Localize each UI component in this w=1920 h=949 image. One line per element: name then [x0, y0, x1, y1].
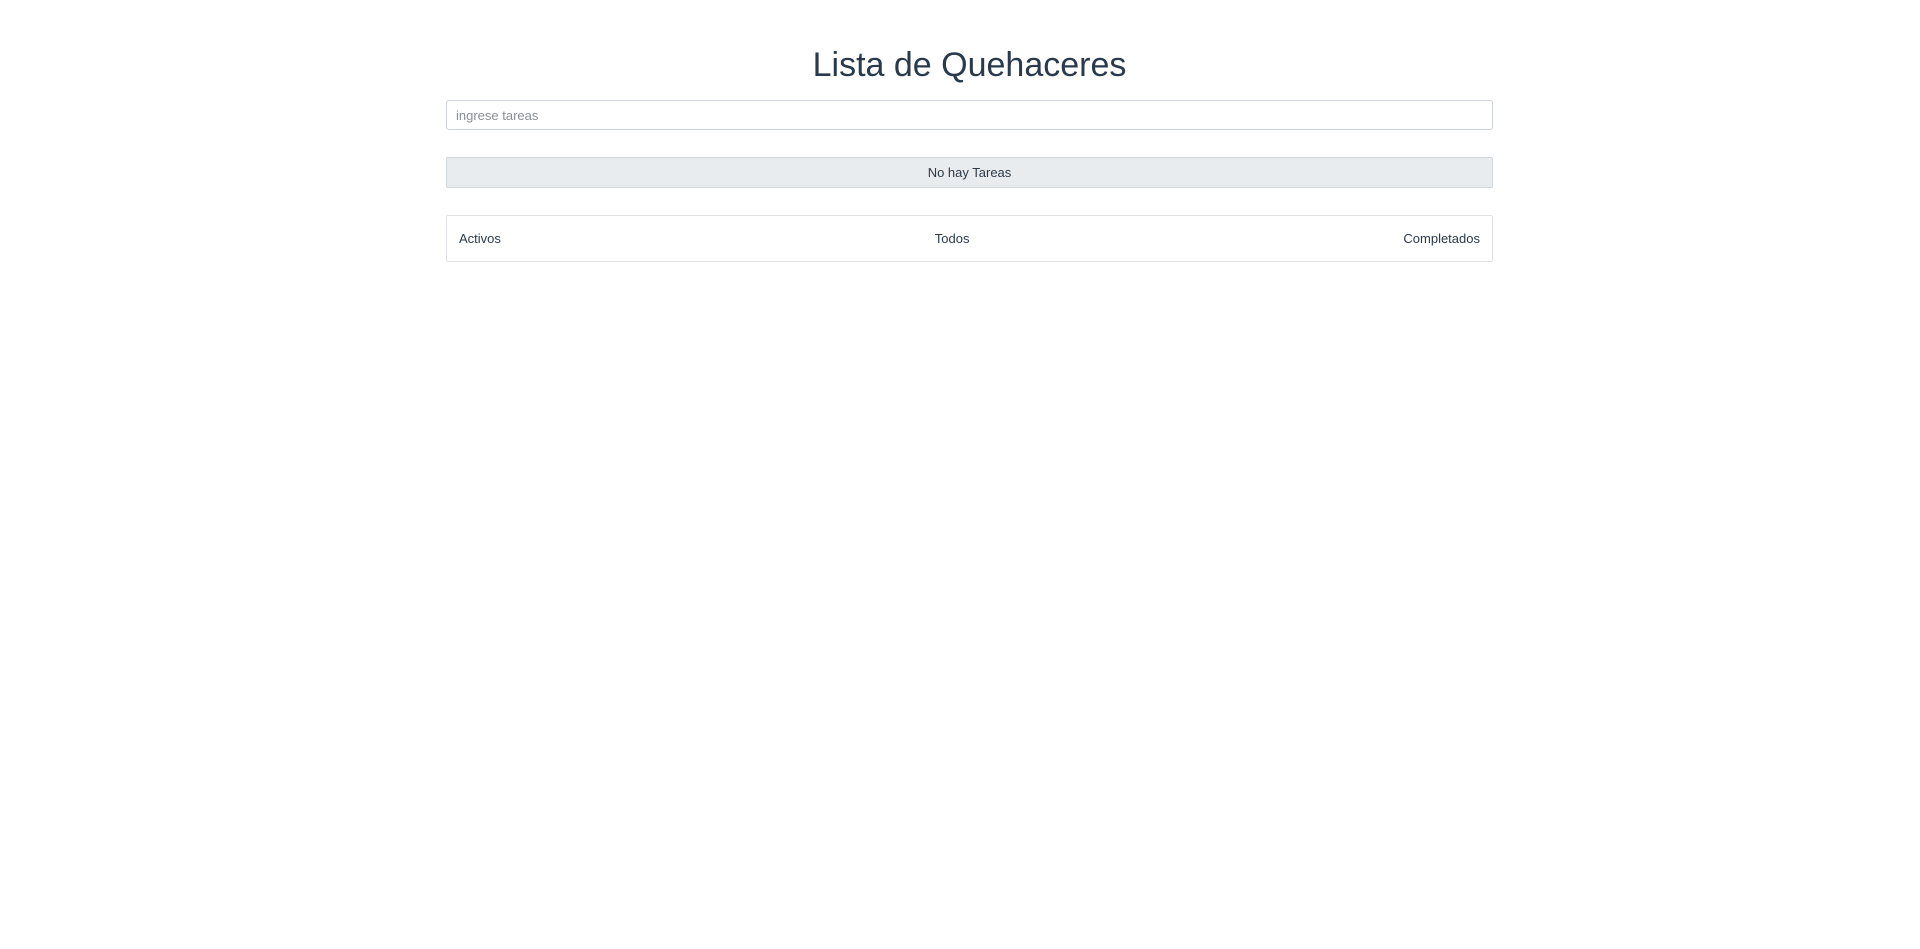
page-title: Lista de Quehaceres	[812, 46, 1127, 84]
empty-tasks-message: No hay Tareas	[446, 157, 1493, 188]
task-input[interactable]	[446, 100, 1493, 130]
filter-all-link[interactable]: Todos	[935, 231, 970, 246]
empty-tasks-text: No hay Tareas	[927, 165, 1012, 180]
filter-bar: Activos Todos Completados	[446, 215, 1493, 262]
todo-app: Lista de Quehaceres No hay Tareas Activo…	[446, 0, 1493, 262]
filter-completed-link[interactable]: Completados	[1403, 231, 1480, 246]
filter-active-link[interactable]: Activos	[459, 231, 501, 246]
